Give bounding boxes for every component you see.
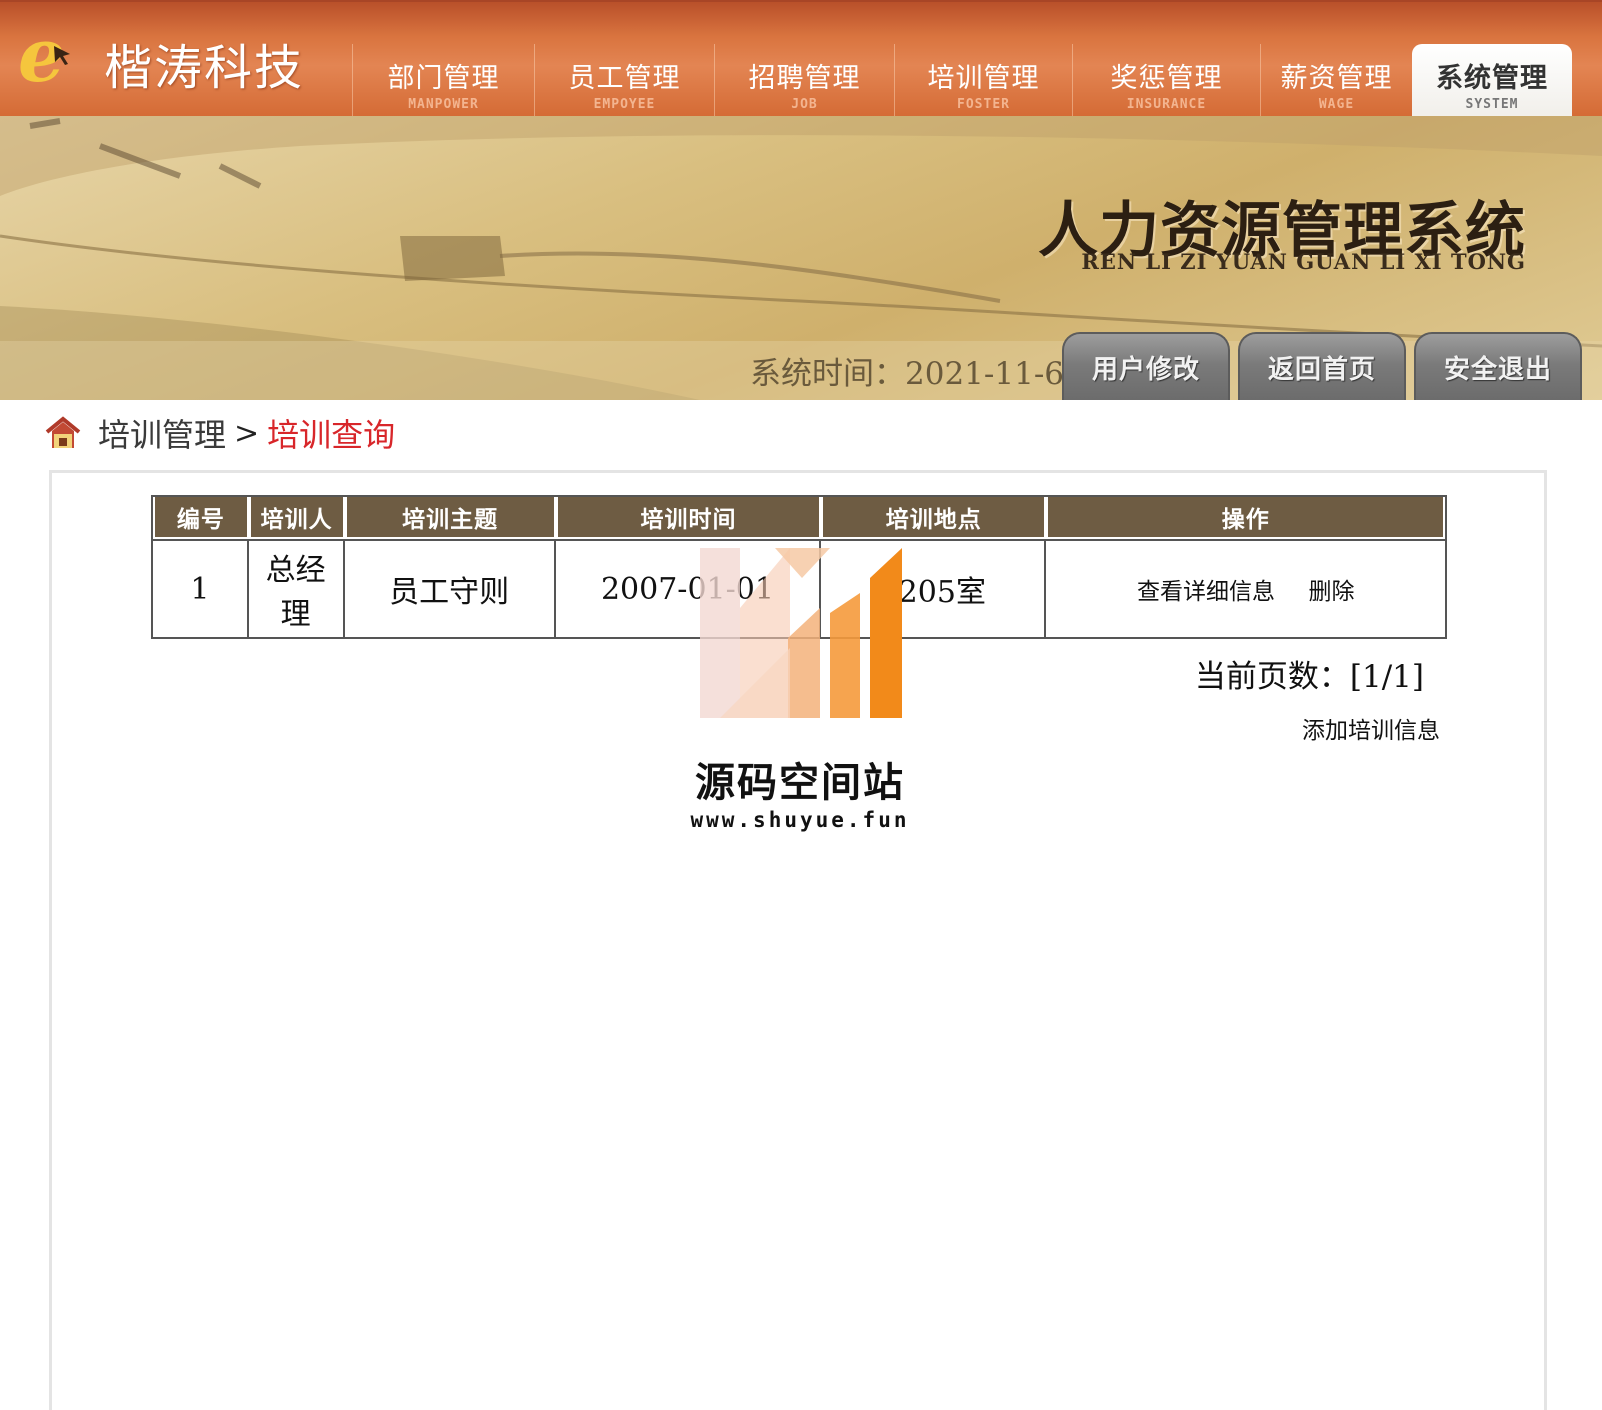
nav-sublabel: WAGE [1318, 97, 1355, 112]
cell-topic: 员工守则 [344, 539, 556, 637]
breadcrumb-parent[interactable]: 培训管理 [98, 410, 226, 456]
nav-label: 薪资管理 [1280, 63, 1393, 94]
user-edit-button[interactable]: 用户修改 [1062, 332, 1230, 400]
system-time-label: 系统时间： [750, 356, 905, 392]
page-indicator-value: [1/1] [1349, 659, 1424, 695]
brand-name: 楷涛科技 [104, 40, 305, 96]
cell-trainer: 总经理 [248, 539, 345, 637]
nav-sublabel: MANPOWER [408, 97, 479, 112]
nav-label: 培训管理 [927, 63, 1040, 94]
nav-label: 部门管理 [387, 63, 500, 94]
cell-actions: 查看详细信息 删除 [1046, 539, 1445, 637]
nav-label: 系统管理 [1436, 63, 1548, 94]
nav-sublabel: SYSTEM [1465, 97, 1519, 112]
nav-sublabel: JOB [791, 97, 818, 112]
view-details-link[interactable]: 查看详细信息 [1137, 579, 1275, 605]
page-indicator-label: 当前页数： [1194, 659, 1350, 695]
breadcrumb-separator: > [234, 415, 260, 451]
column-header-actions: 操作 [1046, 497, 1445, 539]
table-header-row: 编号 培训人 培训主题 培训时间 培训地点 操作 [153, 497, 1445, 539]
nav-sublabel: FOSTER [957, 97, 1010, 112]
column-header-topic: 培训主题 [344, 497, 556, 539]
cell-trainer-text: 总经理 [265, 553, 326, 632]
column-header-trainer: 培训人 [248, 497, 345, 539]
home-icon [45, 416, 81, 448]
column-header-place: 培训地点 [821, 497, 1047, 539]
column-header-id: 编号 [153, 497, 249, 539]
nav-item-employee[interactable]: 员工管理 EMPOYEE [534, 44, 714, 118]
nav-label: 员工管理 [568, 63, 681, 94]
back-home-button[interactable]: 返回首页 [1238, 332, 1406, 400]
breadcrumb-current: 培训查询 [267, 416, 396, 454]
watermark-url: www.shuyue.fun [690, 808, 910, 832]
nav-item-rewards[interactable]: 奖惩管理 INSURANCE [1072, 44, 1260, 118]
nav-item-recruitment[interactable]: 招聘管理 JOB [714, 44, 894, 118]
nav-item-salary[interactable]: 薪资管理 WAGE [1260, 44, 1412, 118]
delete-link[interactable]: 删除 [1309, 579, 1355, 605]
add-training-link[interactable]: 添加培训信息 [1302, 711, 1440, 745]
nav-sublabel: INSURANCE [1126, 97, 1207, 112]
cursor-arrow-icon [54, 46, 70, 65]
nav-item-training[interactable]: 培训管理 FOSTER [894, 44, 1072, 118]
breadcrumb: 培训管理 > 培训查询 [44, 408, 395, 458]
main-nav: 部门管理 MANPOWER 员工管理 EMPOYEE 招聘管理 JOB 培训管理… [352, 44, 1572, 118]
nav-label: 奖惩管理 [1110, 63, 1223, 94]
system-time-value: 2021-11-6 [905, 356, 1065, 392]
nav-item-department[interactable]: 部门管理 MANPOWER [352, 44, 534, 118]
system-time: 系统时间：2021-11-6 [750, 348, 1064, 393]
top-navigation-bar: e 楷涛科技 部门管理 MANPOWER 员工管理 EMPOYEE 招聘管理 J… [0, 0, 1602, 118]
column-header-time: 培训时间 [555, 497, 822, 539]
nav-label: 招聘管理 [748, 63, 861, 94]
header-banner: 人力资源管理系统 REN LI ZI YUAN GUAN LI XI TONG … [0, 116, 1602, 400]
system-title-pinyin: REN LI ZI YUAN GUAN LI XI TONG [1081, 249, 1526, 274]
logout-button[interactable]: 安全退出 [1414, 332, 1582, 400]
nav-item-system[interactable]: 系统管理 SYSTEM [1412, 44, 1572, 118]
cell-id: 1 [153, 539, 249, 637]
page-indicator: 当前页数：[1/1] [1195, 651, 1424, 696]
nav-sublabel: EMPOYEE [593, 97, 656, 112]
watermark-name: 源码空间站 [695, 760, 905, 806]
